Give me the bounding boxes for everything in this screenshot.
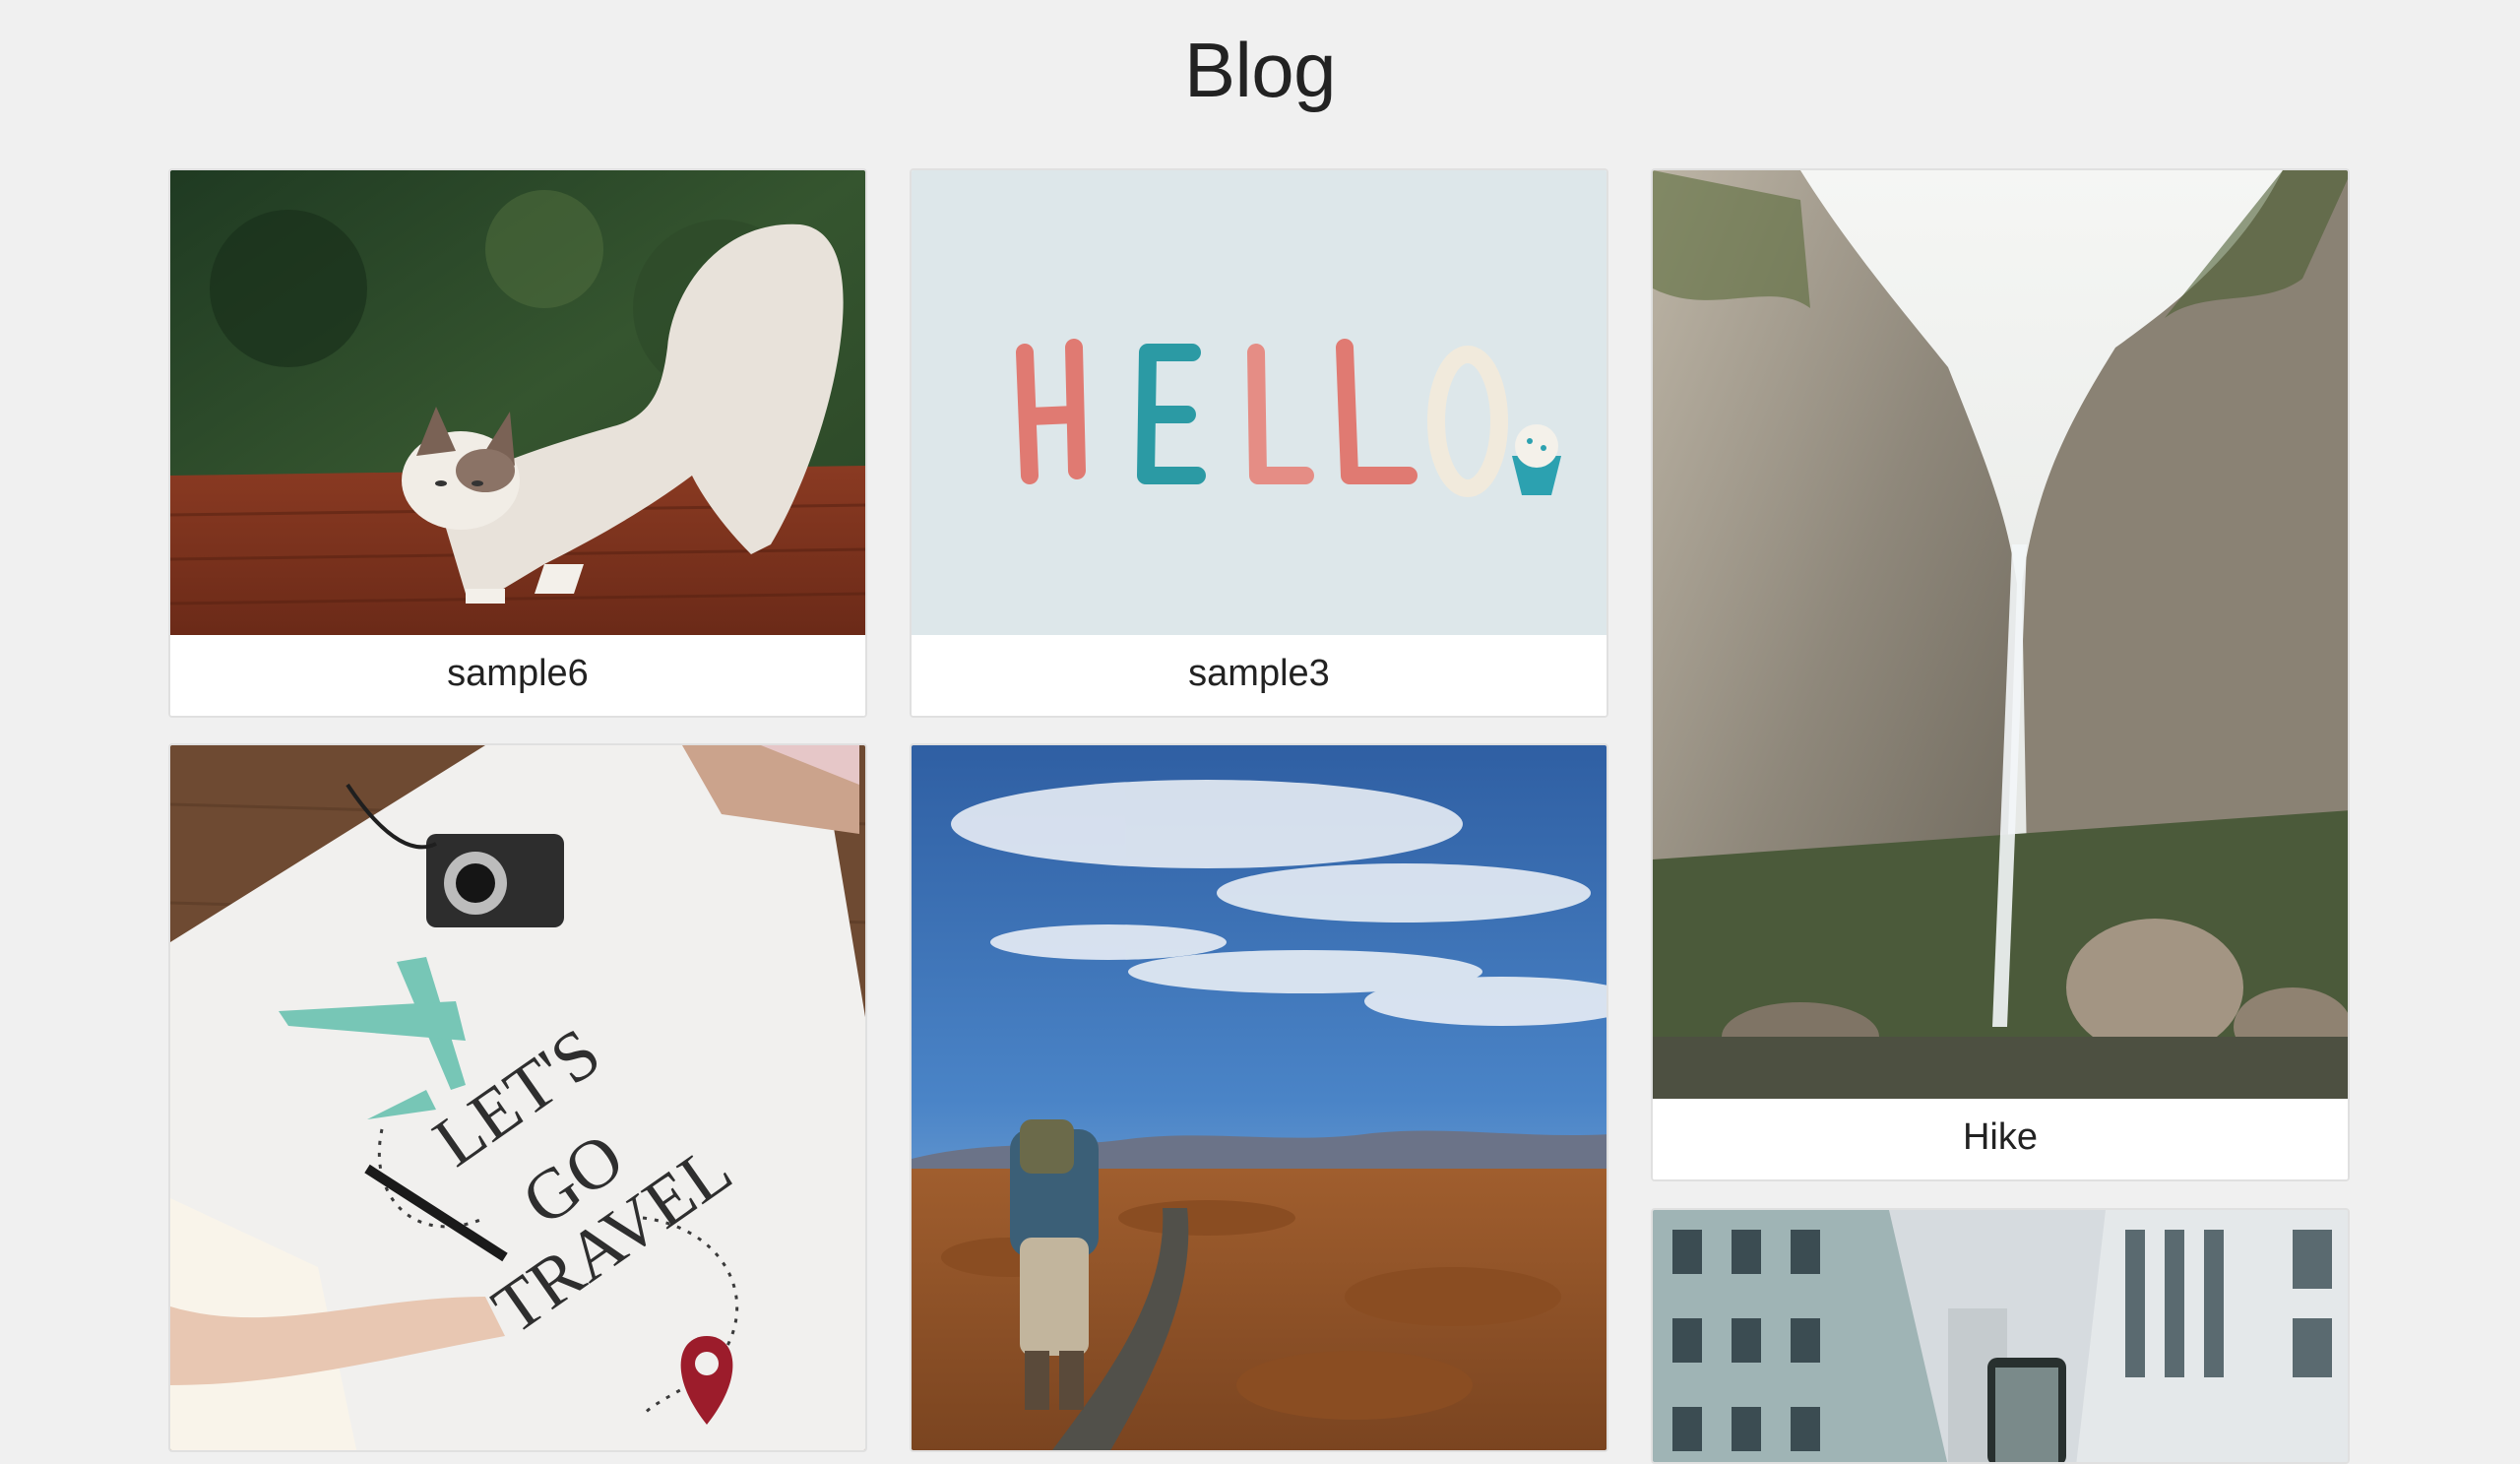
card-caption: Hike — [1653, 1099, 2348, 1179]
city-buildings-phone-photo[interactable] — [1653, 1210, 2348, 1462]
lets-go-travel-map-photo[interactable]: LET'S GO TRAVEL — [170, 745, 865, 1450]
cat-stretching-photo[interactable] — [170, 170, 865, 635]
hello-clay-letters-photo[interactable] — [912, 170, 1606, 635]
blog-card[interactable] — [1651, 1208, 2350, 1464]
page-title: Blog — [1183, 27, 1337, 113]
waterfall-cliff-photo[interactable] — [1653, 170, 2348, 1099]
card-caption: sample3 — [912, 635, 1606, 716]
hiker-mountain-sky-photo[interactable] — [912, 745, 1606, 1450]
blog-card[interactable]: LET'S GO TRAVEL — [168, 743, 867, 1452]
blog-card[interactable]: Hike — [1651, 168, 2350, 1181]
card-caption: sample6 — [170, 635, 865, 716]
blog-card[interactable]: sample3 — [910, 168, 1608, 718]
blog-card[interactable] — [910, 743, 1608, 1452]
blog-card[interactable]: sample6 — [168, 168, 867, 718]
